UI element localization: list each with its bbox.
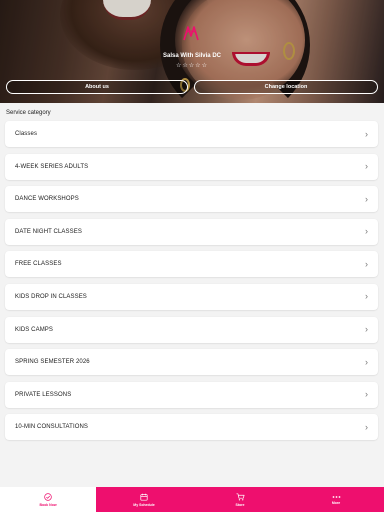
rating-stars: ☆☆☆☆☆ <box>176 63 208 69</box>
category-label: KIDS DROP IN CLASSES <box>15 293 87 300</box>
chevron-right-icon: › <box>365 356 368 367</box>
category-label: DANCE WORKSHOPS <box>15 196 79 203</box>
category-item[interactable]: PRIVATE LESSONS › <box>5 381 378 408</box>
category-item[interactable]: 10-MIN CONSULTATIONS › <box>5 414 378 441</box>
cart-icon <box>236 492 244 500</box>
bottom-tab-bar: Book Now My Schedule Store More <box>0 487 384 512</box>
chevron-right-icon: › <box>365 324 368 335</box>
chevron-right-icon: › <box>365 226 368 237</box>
category-list: Classes › 4-WEEK SERIES ADULTS › DANCE W… <box>5 121 378 447</box>
category-label: DATE NIGHT CLASSES <box>15 228 82 235</box>
chevron-right-icon: › <box>365 258 368 269</box>
tab-label: Store <box>235 502 245 507</box>
tab-label: More <box>331 500 341 505</box>
category-label: SPRING SEMESTER 2026 <box>15 359 90 366</box>
chevron-right-icon: › <box>365 128 368 139</box>
category-item[interactable]: Classes › <box>5 121 378 147</box>
tab-my-schedule[interactable]: My Schedule <box>96 487 192 512</box>
category-label: FREE CLASSES <box>15 261 62 268</box>
calendar-icon <box>140 493 148 501</box>
category-label: KIDS CAMPS <box>15 326 54 333</box>
category-item[interactable]: DATE NIGHT CLASSES › <box>5 218 378 245</box>
category-label: PRIVATE LESSONS <box>15 391 72 398</box>
category-label: 4-WEEK SERIES ADULTS <box>15 163 89 170</box>
check-circle-icon <box>44 492 52 501</box>
category-item[interactable]: KIDS DROP IN CLASSES › <box>5 283 378 310</box>
category-item[interactable]: KIDS CAMPS › <box>5 316 378 343</box>
category-item[interactable]: 4-WEEK SERIES ADULTS › <box>5 153 378 180</box>
section-label: Service category <box>6 110 51 116</box>
tab-store[interactable]: Store <box>192 487 288 512</box>
tab-label: Book Now <box>39 502 57 507</box>
hero-banner: Salsa With Silvia DC ☆☆☆☆☆ About us Chan… <box>0 0 384 103</box>
category-label: 10-MIN CONSULTATIONS <box>15 424 89 431</box>
chevron-right-icon: › <box>365 421 368 432</box>
category-item[interactable]: SPRING SEMESTER 2026 › <box>5 349 378 376</box>
tab-book-now[interactable]: Book Now <box>0 487 96 512</box>
tab-more[interactable]: More <box>288 487 384 512</box>
tab-label: My Schedule <box>133 502 155 507</box>
category-item[interactable]: DANCE WORKSHOPS › <box>5 186 378 213</box>
chevron-right-icon: › <box>365 161 368 172</box>
studio-name: Salsa With Silvia DC <box>163 53 221 59</box>
chevron-right-icon: › <box>365 193 368 204</box>
chevron-right-icon: › <box>365 389 368 400</box>
category-label: Classes <box>15 131 38 137</box>
category-item[interactable]: FREE CLASSES › <box>5 251 378 278</box>
about-us-button[interactable]: About us <box>6 80 188 94</box>
change-location-button[interactable]: Change location <box>194 80 378 94</box>
chevron-right-icon: › <box>365 291 368 302</box>
studio-logo <box>183 26 199 41</box>
more-dots-icon <box>332 495 340 498</box>
